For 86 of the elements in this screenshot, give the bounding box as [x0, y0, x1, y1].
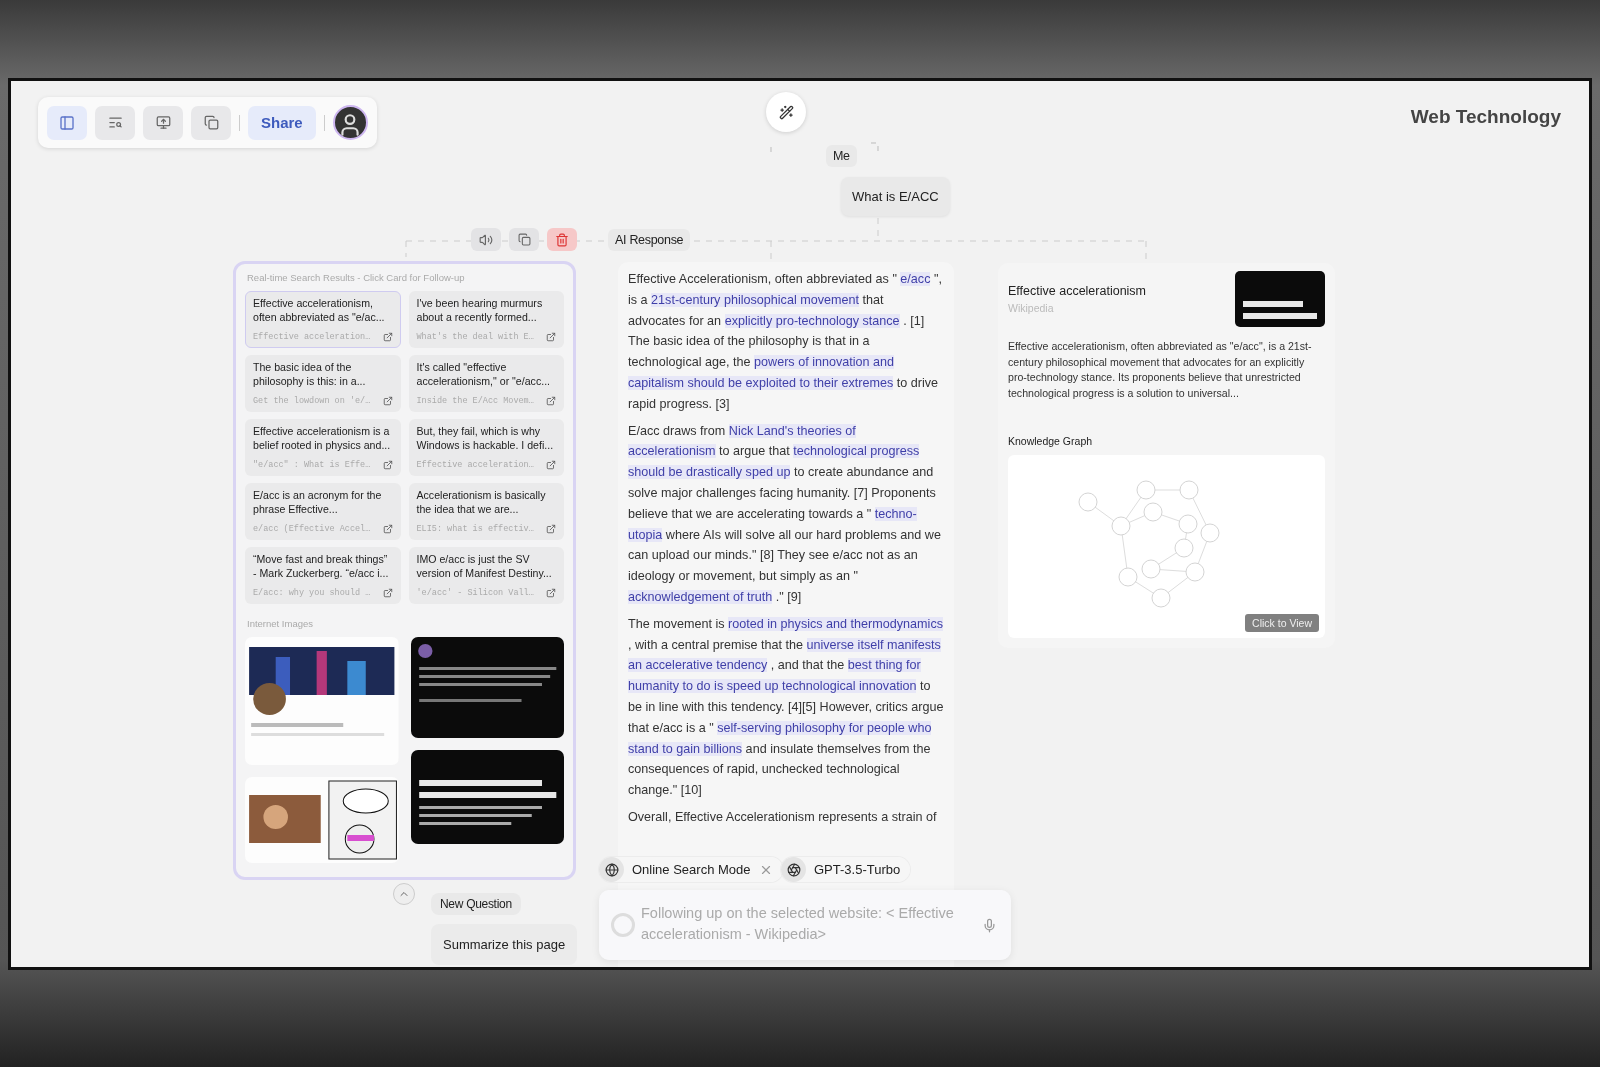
external-link-icon[interactable] — [382, 524, 393, 534]
result-source: ELI5: what is effectiv… — [416, 524, 534, 534]
toolbar-button[interactable] — [143, 105, 183, 140]
page-title: Web Technology — [1410, 106, 1561, 128]
external-link-icon[interactable] — [546, 396, 556, 406]
wand-icon — [778, 104, 794, 120]
graph-node — [1118, 567, 1138, 587]
sidebar-icon — [59, 114, 75, 131]
result-title: Effective accelerationism, often abbreviated as "e/ac... — [253, 297, 386, 324]
answer-paragraph: E/acc draws from Nick Land's theories of accelerationism to argue that technological progress should be drastically sped up to create abundance and solve major challenges facing humanity. [7] Proponents believe that we are accelerating towards a " techno-utopia where AIs will solve all our hard problems and we can upload our minds." [8] They see e/acc not as an ideology or movement, but simply as an " acknowledgement of truth ." [9] — [628, 422, 942, 606]
result-card[interactable]: Effective accelerationism, often abbreviated as "e/ac... Effective acceleration… — [245, 291, 401, 348]
add-screen-icon — [155, 115, 171, 130]
external-link-icon[interactable] — [546, 588, 556, 598]
graph-node — [1136, 480, 1156, 500]
result-title: I've been hearing murmurs about a recently formed... — [416, 297, 544, 324]
question-node[interactable]: What is E/ACC — [841, 177, 950, 216]
answer-paragraph: Overall, Effective Accelerationism represents a strain of — [628, 808, 938, 826]
external-link-icon[interactable] — [546, 332, 556, 342]
search-icon — [107, 115, 123, 130]
result-source: Effective acceleration… — [416, 460, 534, 470]
globe-icon — [604, 862, 619, 877]
result-title: Accelerationism is basically the idea that we are... — [416, 489, 547, 516]
mode-chip[interactable]: Online Search Mode — [599, 857, 783, 882]
suggestion-button[interactable]: Summarize this page — [431, 924, 578, 965]
result-title: Effective accelerationism is a belief rooted in physics and... — [253, 425, 392, 452]
result-card[interactable]: Effective accelerationism is a belief rooted in physics and... "e/acc" : What is Effe… — [245, 419, 401, 476]
graph-node — [1174, 538, 1194, 558]
graph-heading: Knowledge Graph — [1008, 435, 1094, 447]
copy-icon — [203, 115, 219, 130]
result-title: The basic idea of the philosophy is this: in a... — [253, 361, 367, 388]
copy-button[interactable] — [509, 228, 539, 251]
user-label: Me — [826, 145, 857, 167]
graph-node — [1141, 559, 1161, 579]
external-link-icon[interactable] — [546, 460, 556, 470]
microphone-icon[interactable] — [982, 917, 997, 933]
source-title: Effective accelerationism — [1008, 284, 1147, 298]
answer-paragraph: Effective Accelerationism, often abbreviated as " e/acc ", is a 21st-century philosophical movement that advocates for an explicitly pro-technology stance . [1] The basic idea of the philosophy is that in a technological age, the powers of innovation and capitalism should be exploited to their extremes to drive rapid progress. [3] — [628, 271, 943, 413]
graph-node — [1111, 516, 1131, 536]
share-button[interactable]: Share — [248, 105, 316, 140]
mode-chip[interactable]: GPT-3.5-Turbo — [781, 857, 911, 882]
magic-wand-button[interactable] — [766, 92, 806, 132]
source-summary: Effective accelerationism, often abbreviated as "e/acc", is a 21st-century philosophical movement that advocates for an explicitly pro-technology stance. Its proponents believe that unrestricted technological progress is a solution to universal... — [1008, 339, 1313, 401]
external-link-icon[interactable] — [382, 332, 393, 342]
aperture-icon — [786, 862, 801, 877]
view-button[interactable]: Click to View — [1245, 614, 1319, 632]
result-title: IMO e/acc is just the SV version of Manifest Destiny... — [416, 553, 553, 580]
toolbar-button[interactable] — [95, 105, 135, 140]
result-source: Effective acceleration… — [253, 332, 371, 342]
external-link-icon[interactable] — [382, 396, 393, 406]
external-link-icon[interactable] — [546, 524, 556, 534]
images-heading: Internet Images — [247, 618, 314, 629]
graph-node — [1185, 562, 1205, 582]
graph-node — [1200, 523, 1220, 543]
result-card[interactable]: But, they fail, which is why Windows is hackable. I defi... Effective acceleration… — [408, 419, 564, 476]
copy-icon — [517, 233, 531, 246]
result-card[interactable]: Accelerationism is basically the idea that we are... ELI5: what is effectiv… — [408, 483, 564, 540]
result-source: E/acc: why you should … — [253, 588, 371, 598]
ring-icon — [611, 913, 635, 937]
graph-node — [1078, 492, 1098, 512]
graph-node — [1143, 502, 1163, 522]
result-title: E/acc is an acronym for the phrase Effective... — [253, 489, 383, 516]
chip-label: GPT-3.5-Turbo — [814, 862, 901, 877]
external-link-icon[interactable] — [382, 460, 393, 470]
chip-label: Online Search Mode — [632, 862, 751, 877]
panel-heading: Real-time Search Results - Click Card for Follow-up — [247, 272, 466, 283]
avatar[interactable] — [332, 105, 368, 140]
toolbar-button[interactable] — [191, 105, 231, 140]
question-input[interactable]: Following up on the selected website: < Effective accelerationism - Wikipedia> — [599, 890, 1011, 960]
delete-button[interactable] — [547, 228, 577, 251]
external-link-icon[interactable] — [382, 588, 393, 598]
trash-icon — [555, 232, 569, 247]
result-title: It's called "effective accelerationism," or "e/acc... — [416, 361, 552, 388]
result-title: “Move fast and break things” - Mark Zuckerberg. “e/acc i... — [253, 553, 390, 580]
speaker-icon — [479, 232, 493, 247]
graph-node — [1151, 588, 1171, 608]
answer-paragraph: The movement is rooted in physics and thermodynamics , with a central premise that the universe itself manifests an accelerative tendency , and that the best thing for humanity to do is speed up technological innovation to be in line with this tendency. [4][5] However, critics argue that e/acc is a " self-serving philosophy for people who stand to gain billions and insulate themselves from the consequences of rapid, unchecked technological change." [10] — [628, 615, 944, 800]
speaker-button[interactable] — [471, 228, 501, 251]
source-name: Wikipedia — [1008, 302, 1055, 314]
toolbar-button[interactable] — [47, 105, 87, 140]
result-source: "e/acc" : What is Effe… — [253, 460, 371, 470]
graph-node — [1178, 514, 1198, 534]
result-title: But, they fail, which is why Windows is hackable. I defi... — [416, 425, 555, 452]
response-label: AI Response — [608, 229, 691, 251]
result-card[interactable]: “Move fast and break things” - Mark Zuckerberg. “e/acc i... E/acc: why you should … — [245, 547, 401, 604]
new-question-label: New Question — [431, 893, 521, 915]
graph-node — [1179, 480, 1199, 500]
